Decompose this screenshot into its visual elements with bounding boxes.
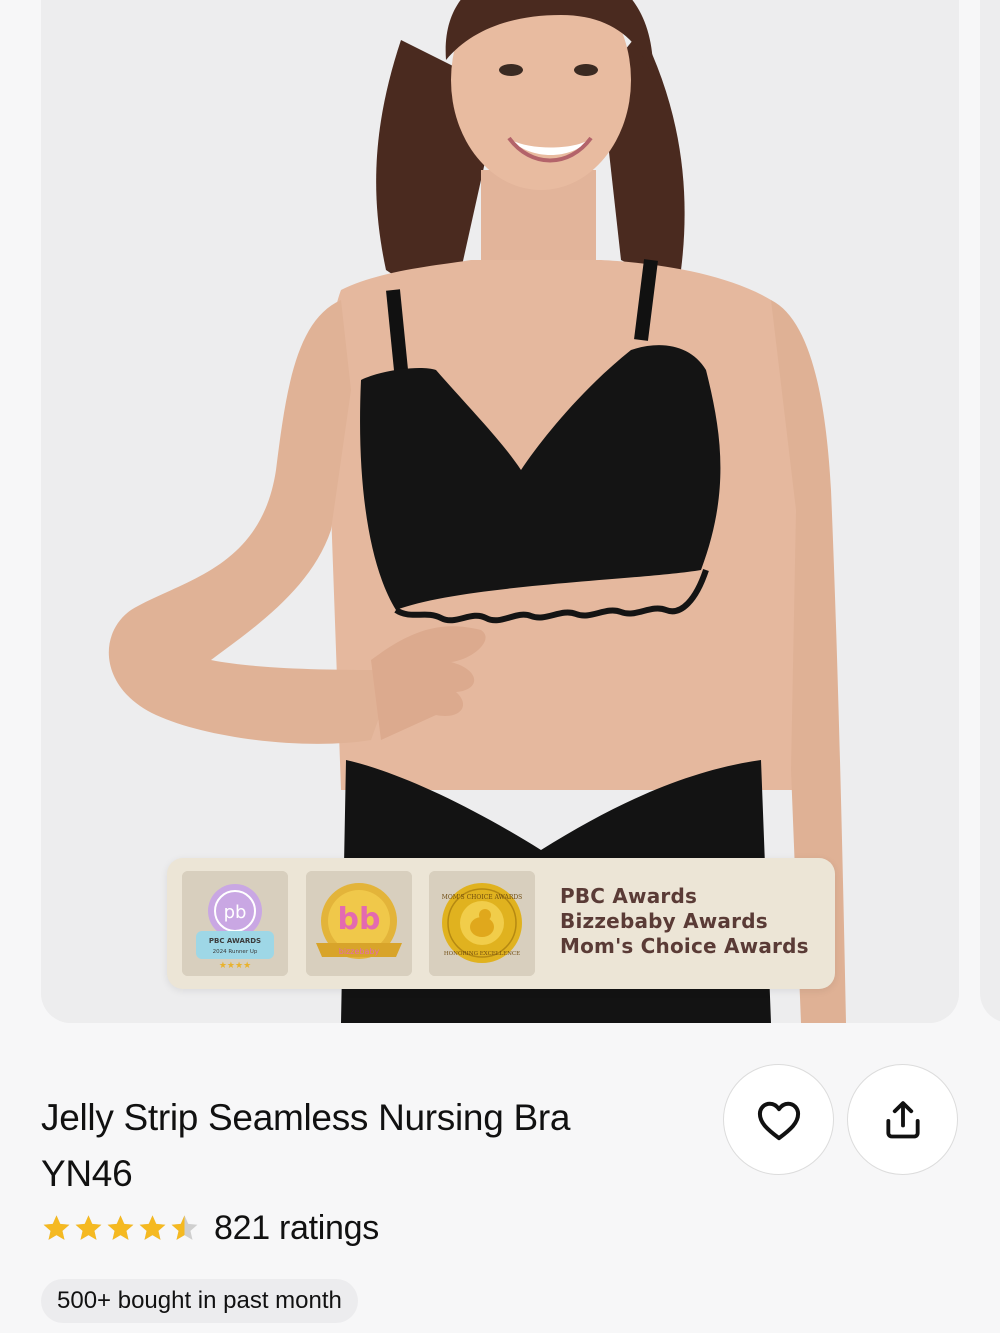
svg-text:2024 Runner Up: 2024 Runner Up bbox=[213, 949, 258, 955]
bizzebaby-award-icon: bb bizzebaby bbox=[306, 871, 412, 976]
next-image-peek[interactable] bbox=[980, 0, 1000, 1023]
svg-text:bizzebaby: bizzebaby bbox=[339, 947, 380, 956]
award-line-moms-choice: Mom's Choice Awards bbox=[560, 934, 809, 958]
share-button[interactable] bbox=[847, 1064, 958, 1175]
share-icon bbox=[885, 1100, 920, 1138]
award-line-pbc: PBC Awards bbox=[560, 884, 698, 908]
awards-list: PBC Awards Bizzebaby Awards Mom's Choice… bbox=[560, 884, 809, 959]
svg-text:HONORING EXCELLENCE: HONORING EXCELLENCE bbox=[444, 951, 520, 957]
svg-text:MOM'S CHOICE AWARDS: MOM'S CHOICE AWARDS bbox=[442, 894, 523, 901]
star-icon bbox=[139, 1214, 166, 1240]
award-line-bizzebaby: Bizzebaby Awards bbox=[560, 909, 768, 933]
svg-text:pb: pb bbox=[224, 902, 247, 923]
svg-text:★★★★: ★★★★ bbox=[219, 961, 251, 971]
heart-icon bbox=[757, 1101, 800, 1140]
pbc-award-badge: pb PBC AWARDS 2024 Runner Up ★★★★ bbox=[182, 871, 288, 976]
star-rating bbox=[41, 1213, 200, 1244]
moms-choice-award-badge: MOM'S CHOICE AWARDS HONORING EXCELLENCE bbox=[429, 871, 535, 976]
star-icon bbox=[107, 1214, 134, 1240]
star-icon bbox=[43, 1214, 70, 1240]
pbc-award-icon: pb PBC AWARDS 2024 Runner Up ★★★★ bbox=[182, 871, 288, 976]
favorite-button[interactable] bbox=[723, 1064, 834, 1175]
moms-choice-award-icon: MOM'S CHOICE AWARDS HONORING EXCELLENCE bbox=[429, 871, 535, 976]
svg-text:PBC AWARDS: PBC AWARDS bbox=[209, 937, 261, 945]
product-image-carousel[interactable]: pb PBC AWARDS 2024 Runner Up ★★★★ bb biz… bbox=[0, 0, 1000, 1025]
bought-in-past-month-badge: 500+ bought in past month bbox=[41, 1279, 358, 1323]
awards-banner: pb PBC AWARDS 2024 Runner Up ★★★★ bb biz… bbox=[167, 858, 835, 989]
product-title: Jelly Strip Seamless Nursing Bra YN46 bbox=[41, 1090, 701, 1202]
bizzebaby-award-badge: bb bizzebaby bbox=[306, 871, 412, 976]
star-icon bbox=[171, 1214, 198, 1240]
product-title-line1: Jelly Strip Seamless Nursing Bra bbox=[41, 1097, 571, 1138]
star-icon bbox=[75, 1214, 102, 1240]
rating-row[interactable]: 821 ratings bbox=[41, 1208, 379, 1248]
ratings-count[interactable]: 821 ratings bbox=[214, 1209, 379, 1248]
product-title-line2: YN46 bbox=[41, 1153, 133, 1194]
product-image-card[interactable]: pb PBC AWARDS 2024 Runner Up ★★★★ bb biz… bbox=[41, 0, 959, 1023]
svg-text:bb: bb bbox=[338, 902, 381, 937]
